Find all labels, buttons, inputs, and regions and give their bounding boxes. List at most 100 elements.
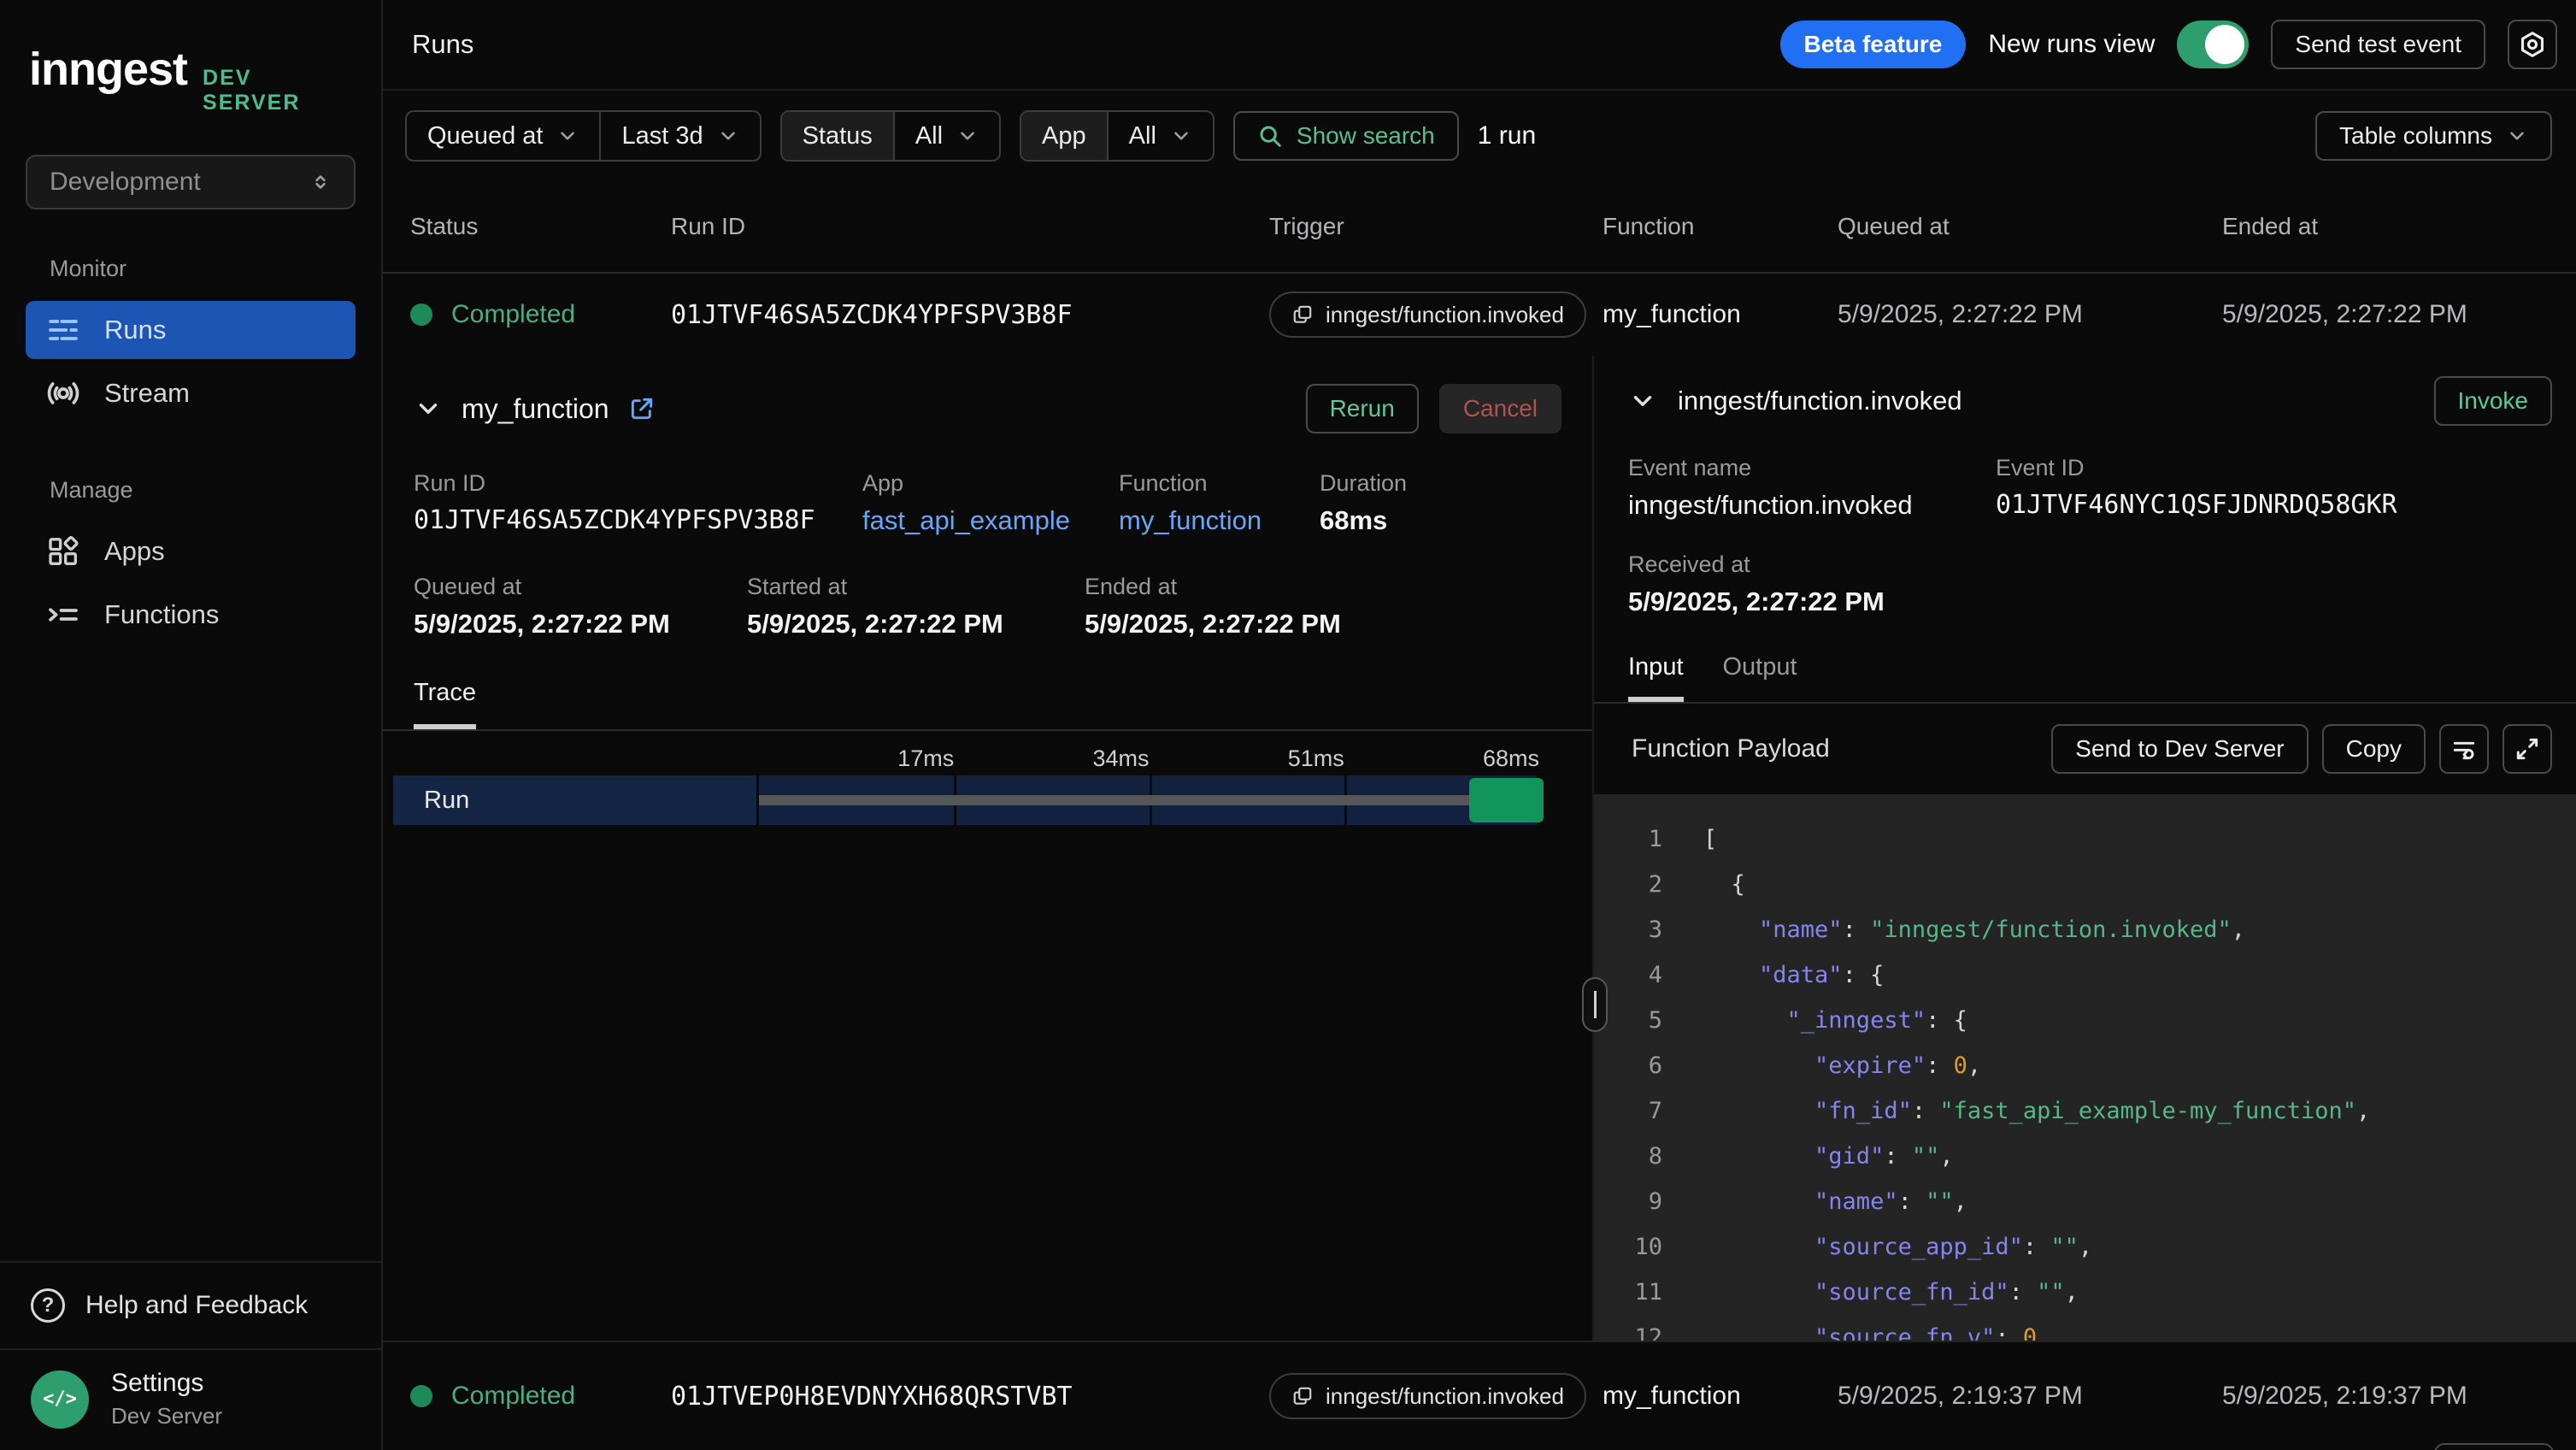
- settings-gear-button[interactable]: [2508, 20, 2557, 69]
- tab-trace[interactable]: Trace: [414, 679, 476, 729]
- function-cell: my_function: [1603, 1382, 1838, 1411]
- settings-subtitle: Dev Server: [111, 1403, 222, 1429]
- ended-at-value: 5/9/2025, 2:27:22 PM: [1085, 609, 1561, 640]
- time-range-value: Last 3d: [621, 122, 703, 150]
- queued-at-cell: 5/9/2025, 2:27:22 PM: [1838, 300, 2222, 329]
- sidebar-item-runs[interactable]: Runs: [26, 301, 356, 359]
- sidebar-spacer: [0, 644, 381, 1261]
- code-line: 10 "source_app_id": "",: [1594, 1224, 2576, 1270]
- word-wrap-icon: [2450, 735, 2478, 763]
- trace-run-label: Run: [393, 775, 756, 825]
- col-header-trigger: Trigger: [1269, 213, 1603, 240]
- io-tab-bar: Input Output: [1594, 617, 2576, 704]
- trigger-label: inngest/function.invoked: [1326, 302, 1564, 328]
- status-cell: Completed: [410, 1382, 671, 1411]
- apps-icon: [46, 534, 80, 569]
- status-label: Completed: [451, 1382, 575, 1411]
- filter-bar: Queued at Last 3d Status All: [383, 91, 2576, 181]
- app-filter[interactable]: App All: [1020, 110, 1214, 162]
- started-at-label: Started at: [747, 574, 1085, 600]
- function-link[interactable]: my_function: [1119, 505, 1320, 536]
- status-filter[interactable]: Status All: [780, 110, 1001, 162]
- trigger-pill[interactable]: inngest/function.invoked: [1269, 292, 1586, 338]
- payload-title: Function Payload: [1632, 734, 1830, 763]
- sidebar-item-stream[interactable]: Stream: [26, 364, 356, 422]
- function-field: Function my_function: [1119, 470, 1320, 536]
- app-link[interactable]: fast_api_example: [862, 505, 1119, 536]
- send-test-event-button[interactable]: Send test event: [2271, 20, 2485, 69]
- environment-select[interactable]: Development: [26, 155, 356, 209]
- runs-table-header: Status Run ID Trigger Function Queued at…: [383, 181, 2576, 274]
- event-id-value: 01JTVF46NYC1QSFJDNRDQ58GKR: [1996, 490, 2542, 520]
- collapse-chevron-icon[interactable]: [414, 394, 443, 423]
- invoke-button[interactable]: Invoke: [2434, 376, 2553, 426]
- send-to-dev-server-button[interactable]: Send to Dev Server: [2051, 724, 2308, 774]
- run-count: 1 run: [1478, 121, 1536, 150]
- received-at-label: Received at: [1628, 551, 2542, 578]
- queued-at-label: Queued at: [414, 574, 747, 600]
- trace-queue-bar: [759, 795, 1469, 805]
- sidebar-item-apps[interactable]: Apps: [26, 522, 356, 581]
- code-line: 6 "expire": 0,: [1594, 1043, 2576, 1088]
- status-label: Completed: [451, 300, 575, 329]
- started-at-field: Started at 5/9/2025, 2:27:22 PM: [747, 574, 1085, 640]
- table-row[interactable]: Completed 01JTVEP0H8EVDNYXH68QRSTVBT inn…: [383, 1341, 2576, 1450]
- toggle-knob: [2205, 25, 2244, 64]
- help-and-feedback[interactable]: ? Help and Feedback: [0, 1261, 381, 1348]
- event-meta: Event name inngest/function.invoked Even…: [1594, 426, 2576, 521]
- status-filter-value[interactable]: All: [893, 112, 999, 160]
- status-dot-icon: [410, 1385, 432, 1407]
- run-id-value: 01JTVF46SA5ZCDK4YPFSPV3B8F: [414, 505, 862, 535]
- new-runs-view-toggle[interactable]: [2177, 21, 2249, 68]
- status-dot-icon: [410, 304, 432, 326]
- col-header-function: Function: [1603, 213, 1838, 240]
- trace-run-row[interactable]: Run: [393, 775, 1539, 825]
- time-field-segment[interactable]: Queued at: [407, 112, 599, 160]
- code-line: 9 "name": "",: [1594, 1179, 2576, 1224]
- table-columns-label: Table columns: [2339, 122, 2492, 150]
- cutoff-corner-button[interactable]: [2434, 1443, 2554, 1450]
- code-line: 7 "fn_id": "fast_api_example-my_function…: [1594, 1088, 2576, 1134]
- trace-tick-row: 17ms 34ms 51ms 68ms: [759, 738, 1539, 775]
- run-id-cell: 01JTVF46SA5ZCDK4YPFSPV3B8F: [671, 300, 1269, 330]
- monitor-section-label: Monitor: [50, 256, 381, 282]
- sidebar-item-functions[interactable]: Functions: [26, 586, 356, 644]
- ended-at-cell: 5/9/2025, 2:27:22 PM: [2222, 300, 2576, 329]
- trigger-pill[interactable]: inngest/function.invoked: [1269, 1373, 1586, 1419]
- payload-code[interactable]: 1[2 {3 "name": "inngest/function.invoked…: [1594, 794, 2576, 1341]
- payload-header: Function Payload Send to Dev Server Copy: [1594, 704, 2576, 794]
- table-columns-button[interactable]: Table columns: [2315, 111, 2552, 161]
- time-range-segment[interactable]: Last 3d: [599, 112, 759, 160]
- tab-input[interactable]: Input: [1628, 653, 1684, 702]
- tab-output[interactable]: Output: [1723, 653, 1797, 702]
- show-search-button[interactable]: Show search: [1233, 111, 1459, 161]
- chevron-down-icon: [1170, 125, 1192, 147]
- external-link-icon[interactable]: [628, 395, 656, 422]
- show-search-label: Show search: [1297, 122, 1435, 150]
- chevron-down-icon: [2506, 125, 2528, 147]
- cancel-button[interactable]: Cancel: [1439, 384, 1561, 433]
- app-filter-value[interactable]: All: [1107, 112, 1213, 160]
- run-actions: Rerun Cancel: [1306, 384, 1561, 433]
- app-label: App: [862, 470, 1119, 497]
- copy-button[interactable]: Copy: [2322, 724, 2426, 774]
- app-field: App fast_api_example: [862, 470, 1119, 536]
- run-function-title: my_function: [462, 393, 609, 425]
- runs-icon: [46, 313, 80, 347]
- table-row[interactable]: Completed 01JTVF46SA5ZCDK4YPFSPV3B8F inn…: [383, 274, 2576, 356]
- word-wrap-button[interactable]: [2439, 724, 2489, 774]
- event-name-field: Event name inngest/function.invoked: [1628, 455, 1996, 521]
- rerun-button[interactable]: Rerun: [1306, 384, 1419, 433]
- panel-resize-handle[interactable]: [1582, 977, 1608, 1032]
- beta-feature-badge: Beta feature: [1780, 21, 1967, 68]
- function-label: Function: [1119, 470, 1320, 497]
- event-id-label: Event ID: [1996, 455, 2542, 481]
- collapse-chevron-icon[interactable]: [1628, 386, 1657, 416]
- status-cell: Completed: [410, 300, 671, 329]
- settings-entry[interactable]: </> Settings Dev Server: [0, 1348, 381, 1450]
- time-filter[interactable]: Queued at Last 3d: [405, 110, 762, 162]
- sidebar-item-label: Runs: [104, 315, 166, 345]
- ended-at-cell: 5/9/2025, 2:19:37 PM: [2222, 1382, 2576, 1411]
- expand-button[interactable]: [2502, 724, 2552, 774]
- started-at-value: 5/9/2025, 2:27:22 PM: [747, 609, 1085, 640]
